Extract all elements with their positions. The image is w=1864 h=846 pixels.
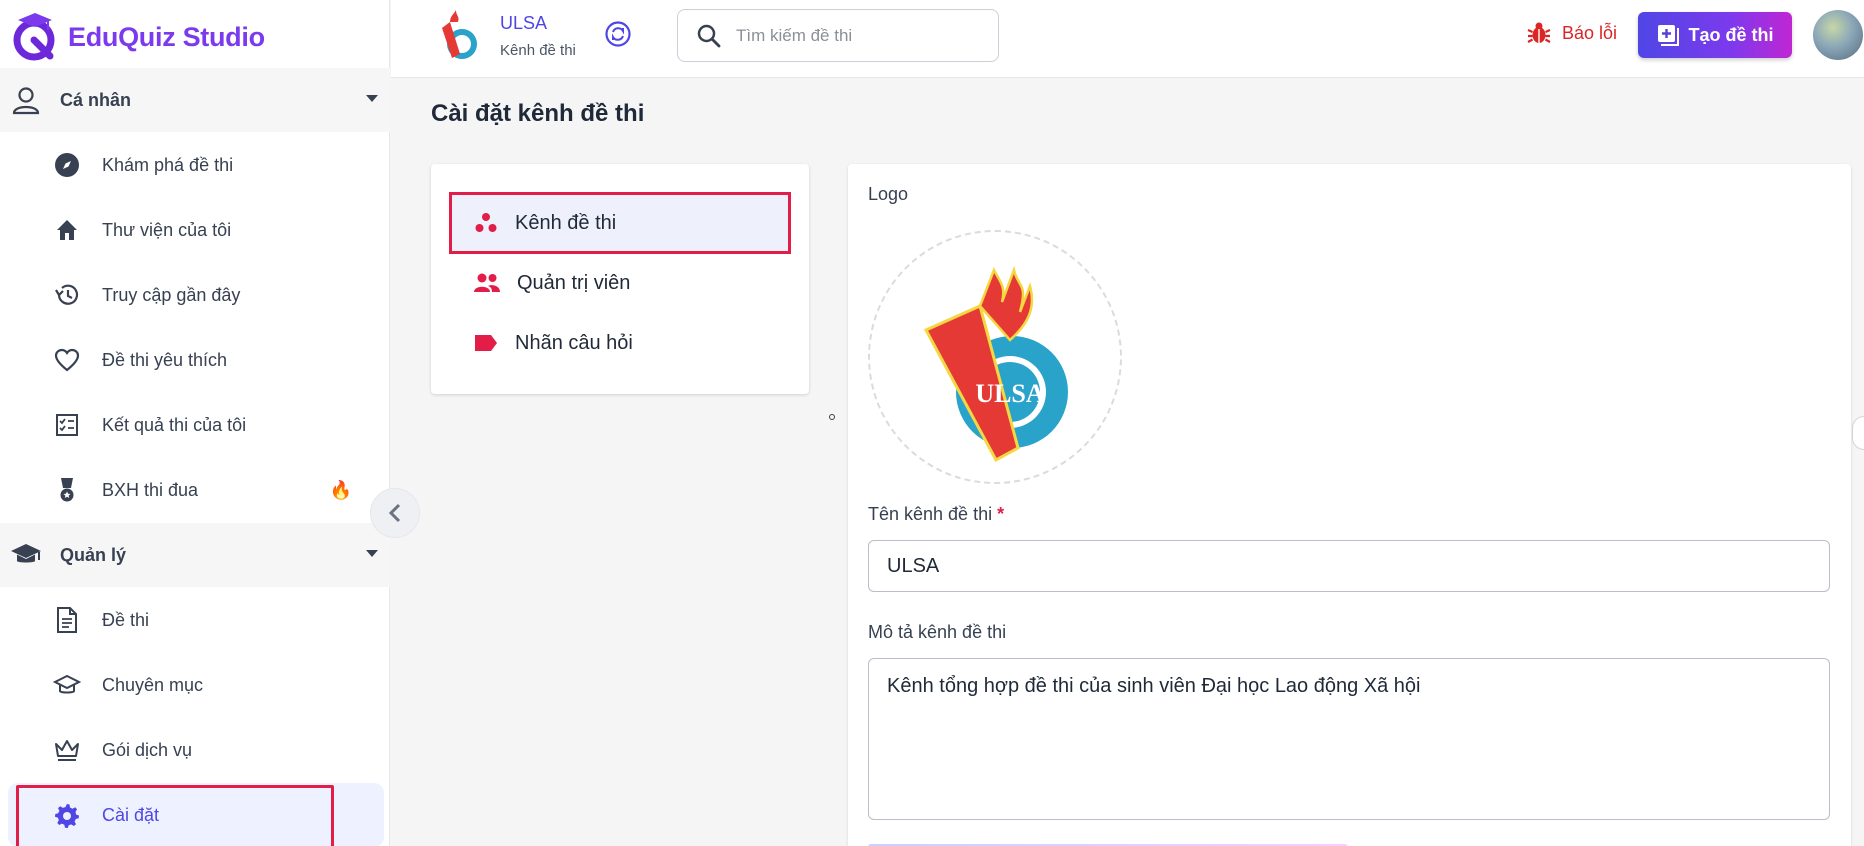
- label-tag-icon: [475, 335, 497, 351]
- search-box[interactable]: [677, 9, 999, 62]
- settings-menu: Kênh đề thi Quản trị viên Nhãn câu hỏi: [431, 164, 809, 394]
- sidebar-item-label: BXH thi đua: [102, 479, 199, 500]
- gear-icon: [52, 800, 82, 830]
- sidebar-item-categories[interactable]: Chuyên mục: [0, 653, 390, 717]
- sidebar: EduQuiz Studio Cá nhân Khám phá đề thi T…: [0, 0, 390, 846]
- sidebar-item-label: Truy cập gần đây: [102, 284, 241, 305]
- create-exam-label: Tạo đề thi: [1688, 24, 1774, 45]
- fire-icon: 🔥: [329, 479, 352, 500]
- checklist-icon: [52, 410, 82, 440]
- chevron-down-icon: [366, 95, 378, 102]
- logo-upload[interactable]: ULSA: [868, 230, 1122, 484]
- topbar: ULSA Kênh đề thi Báo lỗi Tạo đề thi: [391, 0, 1864, 78]
- document-icon: [52, 605, 82, 635]
- sidebar-item-label: Kết quả thi của tôi: [102, 414, 247, 435]
- logo-text: ULSA: [975, 379, 1045, 408]
- logo-label: Logo: [868, 184, 909, 204]
- channel-description-textarea[interactable]: Kênh tổng hợp đề thi của sinh viên Đại h…: [868, 658, 1830, 820]
- sidebar-item-label: Khám phá đề thi: [102, 154, 234, 175]
- channel-name: ULSA: [500, 13, 548, 33]
- switch-channel-icon[interactable]: [604, 20, 632, 53]
- sidebar-item-library[interactable]: Thư viện của tôi: [0, 198, 390, 262]
- channel-switcher[interactable]: ULSA Kênh đề thi: [436, 8, 576, 64]
- sidebar-item-plans[interactable]: Gói dịch vụ: [0, 718, 390, 782]
- create-exam-button[interactable]: Tạo đề thi: [1638, 12, 1792, 58]
- name-label: Tên kênh đề thi *: [868, 504, 1004, 525]
- tab-admins[interactable]: Quản trị viên: [449, 252, 791, 314]
- tab-question-labels[interactable]: Nhãn câu hỏi: [449, 312, 791, 374]
- avatar[interactable]: [1813, 10, 1863, 60]
- tab-channel-label: Kênh đề thi: [515, 211, 617, 234]
- sidebar-item-leaderboard[interactable]: BXH thi đua 🔥: [0, 458, 390, 522]
- heart-icon: [52, 345, 82, 375]
- sidebar-item-exams[interactable]: Đề thi: [0, 588, 390, 652]
- name-label-text: Tên kênh đề thi: [868, 504, 993, 524]
- description-label: Mô tả kênh đề thi: [868, 622, 1007, 642]
- group-personal[interactable]: Cá nhân: [0, 68, 390, 132]
- channel-subtitle: Kênh đề thi: [500, 42, 576, 59]
- search-input[interactable]: [736, 25, 976, 46]
- report-bug-button[interactable]: Báo lỗi: [1526, 20, 1617, 46]
- channel-logo-icon: [442, 10, 477, 59]
- people-icon: [474, 273, 500, 292]
- home-icon: [52, 215, 82, 245]
- history-icon: [52, 280, 82, 310]
- group-dots-icon: [475, 213, 497, 232]
- compass-icon: [52, 150, 82, 180]
- brand-logo-icon: [13, 13, 55, 61]
- chevron-down-icon: [366, 550, 378, 557]
- group-manage[interactable]: Quản lý: [0, 523, 390, 587]
- sidebar-item-settings[interactable]: Cài đặt: [8, 783, 384, 846]
- sidebar-item-label: Thư viện của tôi: [102, 219, 232, 240]
- tab-admins-label: Quản trị viên: [517, 271, 631, 294]
- group-personal-label: Cá nhân: [60, 89, 132, 110]
- sidebar-item-explore[interactable]: Khám phá đề thi: [0, 133, 390, 197]
- crown-icon: [52, 735, 82, 765]
- chevron-left-icon: [388, 503, 401, 523]
- sidebar-item-favorites[interactable]: Đề thi yêu thích: [0, 328, 390, 392]
- sidebar-item-label: Chuyên mục: [102, 674, 204, 695]
- side-widget-handle[interactable]: [1852, 416, 1864, 450]
- sidebar-item-label: Đề thi: [102, 609, 150, 630]
- channel-logo-image: ULSA: [923, 265, 1068, 463]
- user-icon: [10, 84, 42, 116]
- bug-icon: [1527, 22, 1551, 43]
- cursor-dot: [829, 414, 835, 420]
- collapse-sidebar-button[interactable]: [370, 488, 420, 538]
- tab-question-labels-label: Nhãn câu hỏi: [515, 331, 633, 354]
- medal-icon: [52, 475, 82, 505]
- sidebar-item-recent[interactable]: Truy cập gần đây: [0, 263, 390, 327]
- sidebar-item-label: Gói dịch vụ: [102, 739, 193, 760]
- sidebar-item-label: Đề thi yêu thích: [102, 349, 228, 370]
- channel-settings-form: Logo ULSA Tên kênh đề thi * Mô tả kênh đ…: [848, 164, 1851, 846]
- brand[interactable]: EduQuiz Studio: [8, 6, 265, 68]
- page-title: Cài đặt kênh đề thi: [431, 100, 645, 127]
- channel-name-input[interactable]: [868, 540, 1830, 592]
- tab-channel[interactable]: Kênh đề thi: [449, 192, 791, 254]
- graduation-cap-icon: [52, 670, 82, 700]
- brand-name: EduQuiz Studio: [68, 21, 265, 52]
- graduation-cap-icon: [10, 539, 42, 571]
- group-manage-label: Quản lý: [60, 544, 127, 565]
- report-bug-label: Báo lỗi: [1562, 22, 1618, 43]
- search-icon: [697, 24, 721, 47]
- sidebar-item-results[interactable]: Kết quả thi của tôi: [0, 393, 390, 457]
- add-box-icon: [1657, 25, 1679, 46]
- required-marker: *: [997, 504, 1005, 524]
- sidebar-item-label: Cài đặt: [102, 804, 160, 825]
